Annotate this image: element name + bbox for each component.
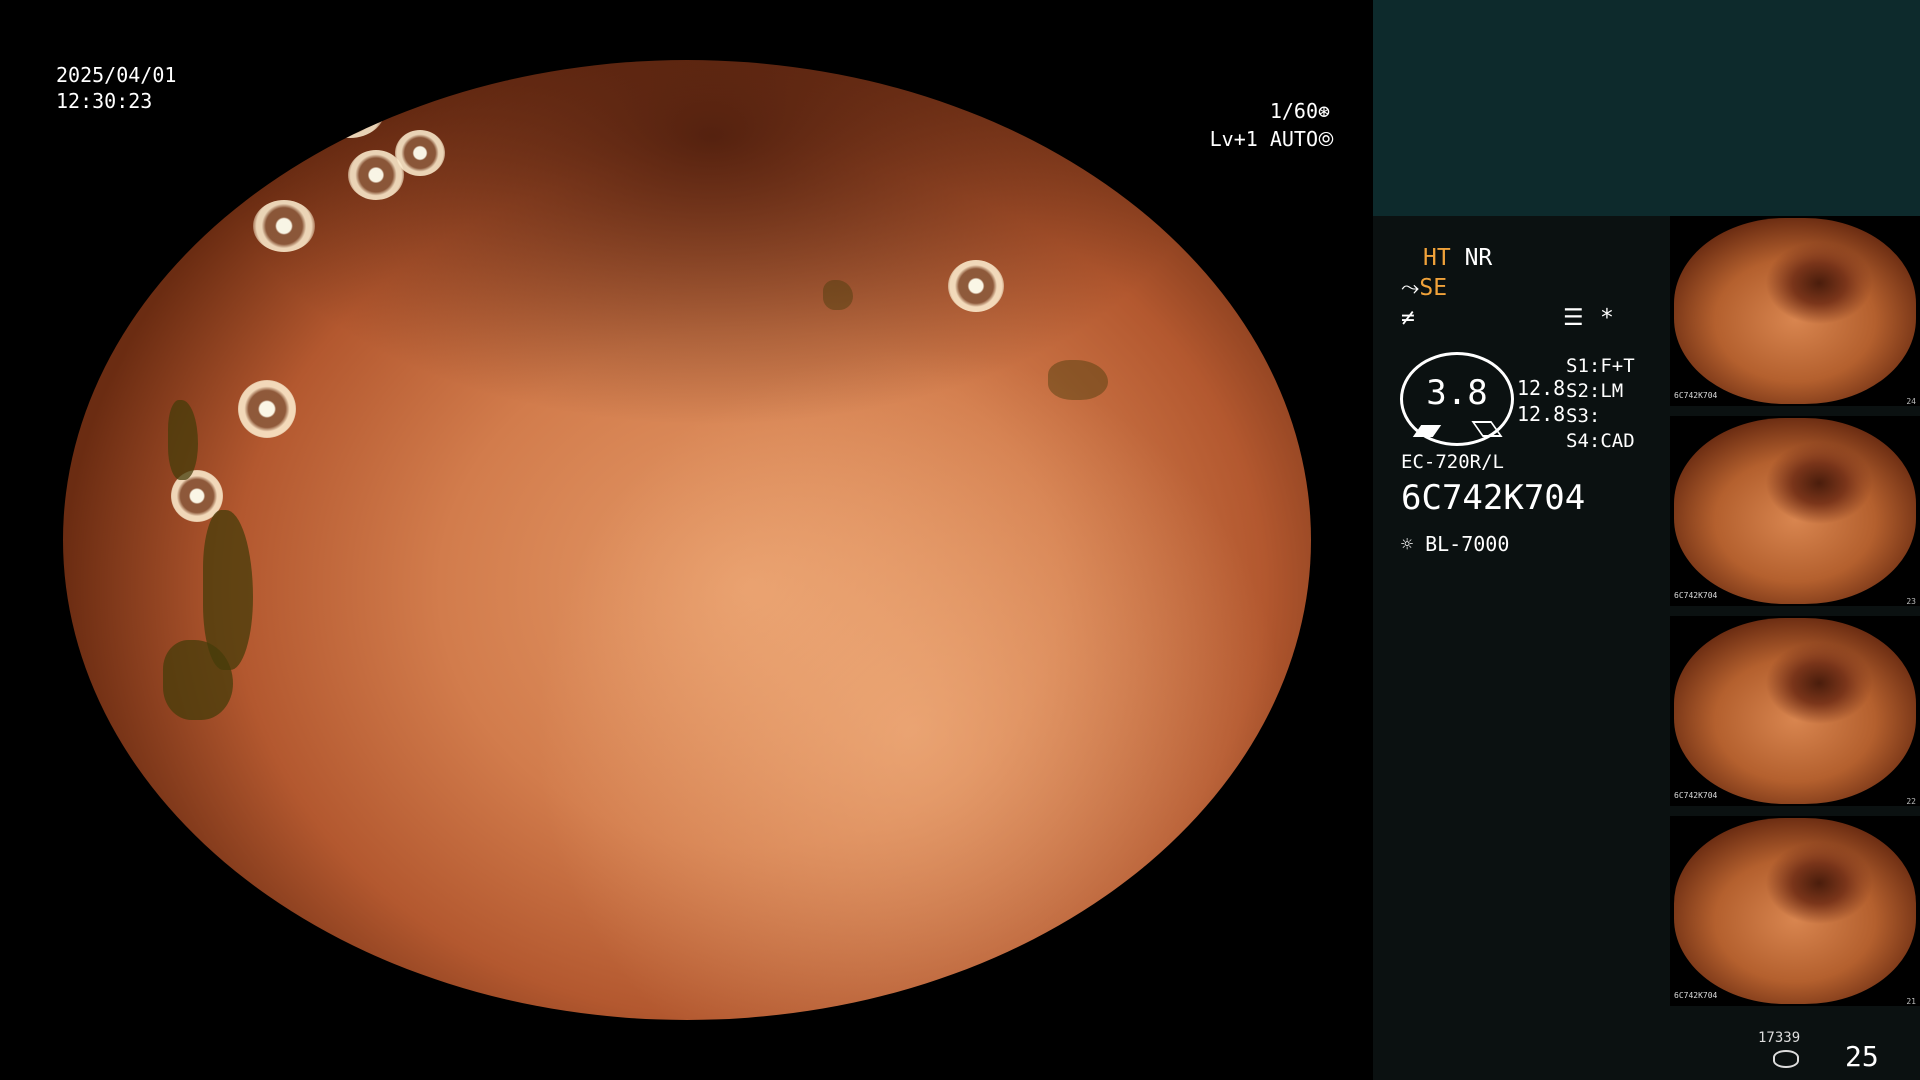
s1-label: S1: <box>1566 355 1601 377</box>
debris <box>1048 360 1108 400</box>
gauge-value: 3.8 <box>1426 373 1488 413</box>
s4-label: S4: <box>1566 430 1601 452</box>
thumbnail[interactable]: 6C742K704 21 <box>1670 816 1920 1006</box>
bubble <box>238 380 296 438</box>
debris <box>163 860 233 900</box>
level-mode-readout: Lv+1 AUTO <box>1190 126 1318 152</box>
panel-header-area <box>1373 0 1920 216</box>
shutter-readout: 1/60 <box>1248 98 1318 124</box>
bubble <box>315 82 385 138</box>
se-row: ⤳SE <box>1401 274 1447 302</box>
settings-list-icon: ☰ <box>1563 305 1584 331</box>
thumbnail-image <box>1674 218 1916 404</box>
scope-tilt-icon: ⤳ <box>1401 275 1420 301</box>
gauge-left-marker <box>1412 425 1442 437</box>
s4-row: S4:CAD <box>1566 427 1635 455</box>
thumbnail-image <box>1674 618 1916 804</box>
mode-text: AUTO <box>1269 127 1318 151</box>
datetime-readout: 2025/04/01 12:30:23 <box>56 62 176 114</box>
ht-label: HT <box>1423 245 1451 271</box>
time-text: 12:30:23 <box>56 89 153 113</box>
asterisk-mark: * <box>1600 305 1614 331</box>
thumbnail[interactable]: 6C742K704 24 <box>1670 216 1920 406</box>
thumbnail-id: 6C742K704 <box>1674 591 1718 600</box>
s3-label: S3: <box>1566 405 1601 427</box>
light-source-row: ☼ BL-7000 <box>1401 530 1509 558</box>
thumbnail-image <box>1674 418 1916 604</box>
captured-thumbnails: 6C742K704 24 6C742K704 23 6C742K704 22 6… <box>1670 216 1920 1016</box>
s1-value: F+T <box>1600 355 1635 377</box>
date-text: 2025/04/01 <box>56 63 177 87</box>
s4-value: CAD <box>1600 430 1635 452</box>
info-panel: HT NR ⤳SE ≠ ☰ * 3.8 12.8 12.8 S1:F+T S2:… <box>1373 0 1920 1080</box>
s1-row: S1:F+T <box>1566 352 1635 380</box>
thumbnail-number: 23 <box>1906 597 1916 606</box>
se-label: SE <box>1419 275 1448 301</box>
endoscope-view: 2025/04/01 12:30:23 1/60 ⊛ Lv+1 AUTO ⦾ <box>0 0 1373 1080</box>
enhancement-row: HT NR <box>1423 244 1492 272</box>
freeze-icon: ≠ <box>1401 305 1415 331</box>
s2-row: S2:LM <box>1566 377 1623 405</box>
readout-2: 12.8 <box>1517 402 1566 426</box>
level-text: Lv+1 <box>1209 127 1258 151</box>
s3-row: S3: <box>1566 402 1600 430</box>
thumbnail[interactable]: 6C742K704 23 <box>1670 416 1920 606</box>
scope-model: EC-720R/L <box>1401 451 1504 473</box>
gauge-right-marker <box>1471 421 1503 437</box>
thumbnail-id: 6C742K704 <box>1674 391 1718 400</box>
thumbnail-number: 21 <box>1906 997 1916 1006</box>
thumbnail-number: 22 <box>1906 797 1916 806</box>
database-icon <box>1773 1050 1799 1068</box>
thumbnail-id: 6C742K704 <box>1674 991 1718 1000</box>
brightness-gauge: 3.8 <box>1400 352 1514 446</box>
iris-icon: ⦾ <box>1318 127 1334 151</box>
debris <box>823 280 853 310</box>
readout-1: 12.8 <box>1517 376 1566 400</box>
nr-label: NR <box>1464 245 1493 271</box>
light-source-text: BL-7000 <box>1425 532 1510 556</box>
bubble <box>948 260 1004 312</box>
endoscope-image <box>63 60 1311 1020</box>
scope-serial: 6C742K704 <box>1401 478 1586 518</box>
image-count: 17339 <box>1758 1030 1801 1046</box>
s2-label: S2: <box>1566 380 1601 402</box>
shutter-text: 1/60 <box>1269 99 1318 123</box>
thumbnail[interactable]: 6C742K704 22 <box>1670 616 1920 806</box>
debris <box>168 400 198 480</box>
thumbnail-id: 6C742K704 <box>1674 791 1718 800</box>
light-source-icon: ☼ <box>1401 532 1414 556</box>
bubble <box>395 130 445 176</box>
bubble <box>253 200 315 252</box>
thumbnail-image <box>1674 818 1916 1004</box>
page-number: 25 <box>1845 1040 1879 1073</box>
scope-settings: HT NR ⤳SE ≠ ☰ * 3.8 12.8 12.8 S1:F+T S2:… <box>1373 216 1670 1080</box>
thumbnail-number: 24 <box>1906 397 1916 406</box>
s2-value: LM <box>1600 380 1624 402</box>
aperture-icon: ⊛ <box>1318 99 1331 123</box>
